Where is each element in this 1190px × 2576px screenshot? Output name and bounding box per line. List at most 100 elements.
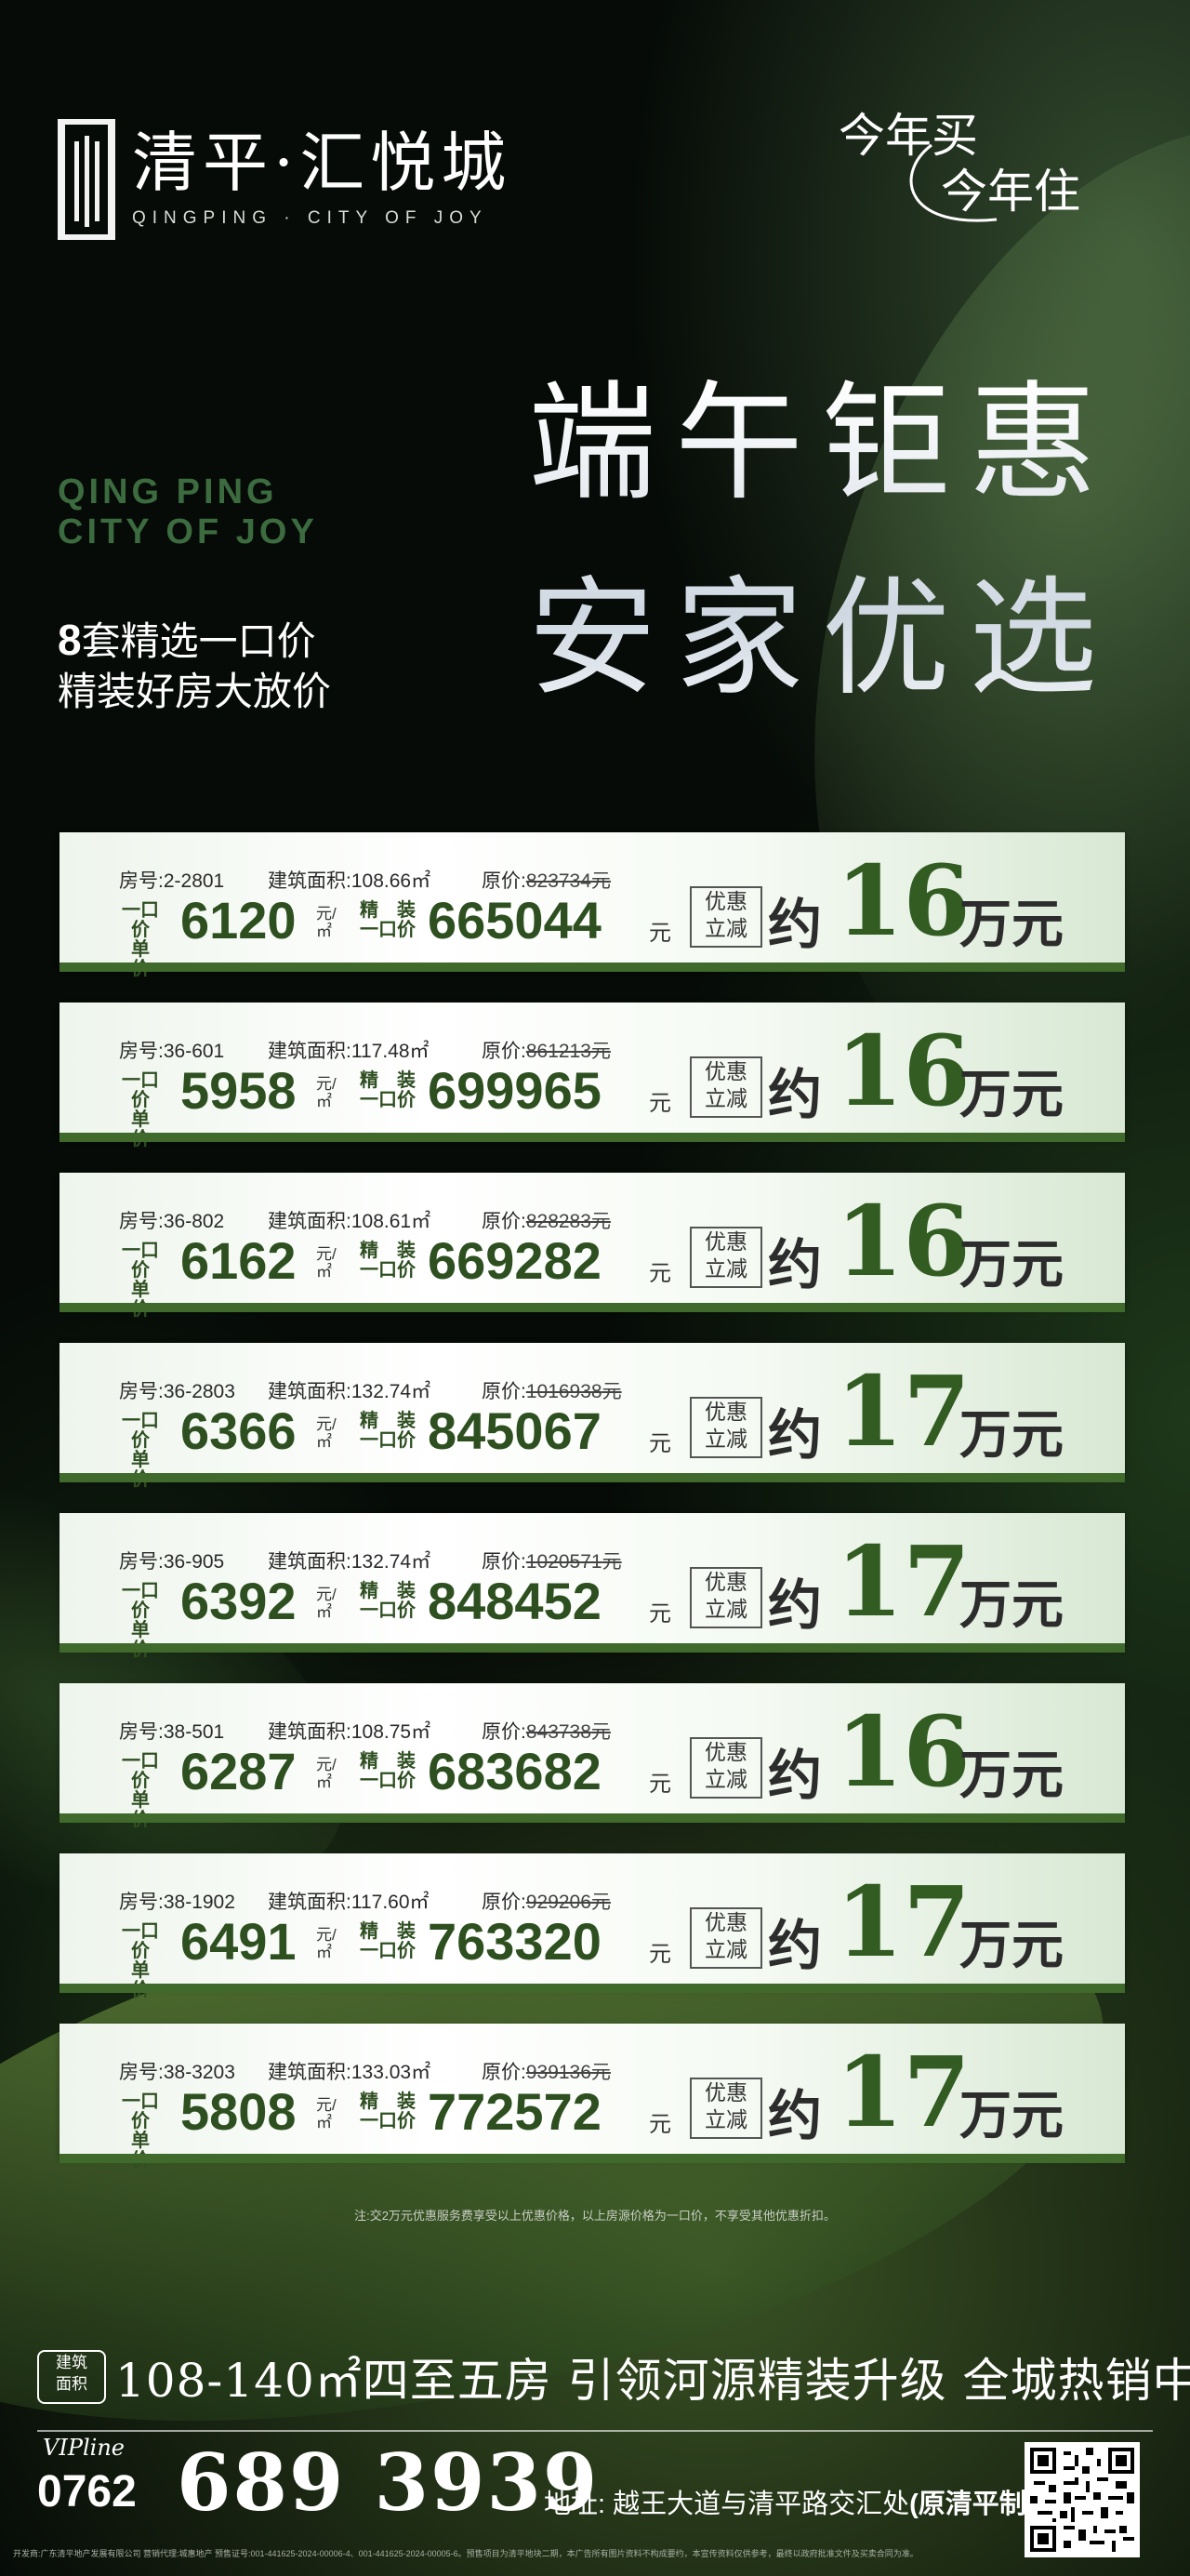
price-note: 注:交2万元优惠服务费享受以上优惠价格，以上房源价格为一口价，不享受其他优惠折扣… bbox=[354, 2209, 836, 2223]
unit-card-face: 房号:2-2801 建筑面积:108.66㎡ 原价:823734元 一口价单 价… bbox=[60, 832, 1125, 979]
discount-amount: 17 bbox=[836, 1354, 971, 1468]
total-price-unit: 元 bbox=[649, 1091, 671, 1116]
discount-amount: 16 bbox=[836, 1014, 971, 1128]
total-price-label: 精 装一口价 bbox=[360, 900, 416, 940]
vip-line-label: VIPline bbox=[43, 2435, 125, 2461]
english-tagline-line-2: CITY OF JOY bbox=[58, 511, 318, 551]
discount-amount: 17 bbox=[836, 2035, 971, 2149]
sub-copy-line-1: 套精选一口价 bbox=[81, 619, 316, 663]
total-price-label: 精 装一口价 bbox=[360, 1241, 416, 1281]
unit-card[interactable]: 房号:2-2801 建筑面积:108.66㎡ 原价:823734元 一口价单 价… bbox=[60, 832, 1125, 979]
unit-price-unit: 元/㎡ bbox=[316, 905, 337, 940]
discount-badge: 优惠 立减 bbox=[690, 1567, 762, 1628]
phone-number[interactable]: 689 3939 bbox=[177, 2437, 599, 2529]
qr-code-icon[interactable] bbox=[1025, 2442, 1140, 2557]
qr-code-pattern bbox=[1030, 2448, 1134, 2552]
unit-card-face: 房号:36-905 建筑面积:132.74㎡ 原价:1020571元 一口价单 … bbox=[60, 1513, 1125, 1660]
brand-logo: 清平·汇悦城 QINGPING · CITY OF JOY bbox=[58, 119, 511, 240]
unit-card-face: 房号:36-2803 建筑面积:132.74㎡ 原价:1016938元 一口价单… bbox=[60, 1343, 1125, 1490]
unit-price: 6366 bbox=[180, 1401, 297, 1460]
discount-approx: 约 bbox=[768, 1746, 823, 1806]
unit-card[interactable]: 房号:38-1902 建筑面积:117.60㎡ 原价:929206元 一口价单 … bbox=[60, 1853, 1125, 2000]
total-price: 683682 bbox=[428, 1742, 602, 1800]
area-strip: 建筑 面积 108-140㎡四至五房 引领河源精装升级 全城热销中 bbox=[37, 2344, 1190, 2410]
unit-card-band bbox=[60, 1813, 1125, 1823]
discount-unit: 万元 bbox=[959, 895, 1064, 953]
unit-card-face: 房号:36-802 建筑面积:108.61㎡ 原价:828283元 一口价单 价… bbox=[60, 1173, 1125, 1320]
discount-approx: 约 bbox=[768, 1065, 823, 1125]
total-price: 845067 bbox=[428, 1401, 602, 1460]
total-price-unit: 元 bbox=[649, 1261, 671, 1286]
unit-card[interactable]: 房号:36-2803 建筑面积:132.74㎡ 原价:1016938元 一口价单… bbox=[60, 1343, 1125, 1490]
unit-card-band bbox=[60, 963, 1125, 972]
discount-approx: 约 bbox=[768, 1575, 823, 1636]
unit-price-unit: 元/㎡ bbox=[316, 1756, 337, 1791]
discount-approx: 约 bbox=[768, 2086, 823, 2146]
unit-card-face: 房号:38-1902 建筑面积:117.60㎡ 原价:929206元 一口价单 … bbox=[60, 1853, 1125, 2000]
footer-divider bbox=[37, 2430, 1153, 2432]
total-price: 763320 bbox=[428, 1912, 602, 1971]
discount-badge: 优惠 立减 bbox=[690, 1907, 762, 1969]
discount-unit: 万元 bbox=[959, 2086, 1064, 2144]
unit-card-band bbox=[60, 1984, 1125, 1993]
discount-amount: 16 bbox=[836, 1184, 971, 1298]
unit-card[interactable]: 房号:38-3203 建筑面积:133.03㎡ 原价:939136元 一口价单 … bbox=[60, 2024, 1125, 2171]
total-price-unit: 元 bbox=[649, 2112, 671, 2137]
discount-unit: 万元 bbox=[959, 1235, 1064, 1294]
english-tagline-line-1: QING PING bbox=[58, 472, 278, 511]
address: 地址: 越王大道与清平路交汇处(原清平制药) bbox=[544, 2482, 1062, 2521]
unit-card[interactable]: 房号:36-601 建筑面积:117.48㎡ 原价:861213元 一口价单 价… bbox=[60, 1003, 1125, 1149]
total-price: 699965 bbox=[428, 1061, 602, 1120]
unit-price-unit: 元/㎡ bbox=[316, 2096, 337, 2131]
unit-card-band bbox=[60, 2154, 1125, 2163]
total-price-unit: 元 bbox=[649, 1431, 671, 1456]
discount-approx: 约 bbox=[768, 895, 823, 955]
unit-card-band bbox=[60, 1303, 1125, 1312]
discount-badge: 优惠 立减 bbox=[690, 1737, 762, 1799]
brand-name: 清平·汇悦城 bbox=[132, 125, 512, 201]
total-price: 665044 bbox=[428, 891, 602, 949]
discount-badge: 优惠 立减 bbox=[690, 886, 762, 948]
brand-subtitle: QINGPING · CITY OF JOY bbox=[132, 208, 488, 228]
address-text: 地址: 越王大道与清平路交汇处 bbox=[544, 2490, 910, 2519]
area-badge-line-1: 建筑 bbox=[56, 2354, 87, 2371]
unit-card[interactable]: 房号:36-802 建筑面积:108.61㎡ 原价:828283元 一口价单 价… bbox=[60, 1173, 1125, 1320]
headline-line-2: 安家优选 bbox=[528, 564, 1117, 713]
headline-line-1: 端午钜惠 bbox=[528, 368, 1117, 518]
unit-card[interactable]: 房号:38-501 建筑面积:108.75㎡ 原价:843738元 一口价单 价… bbox=[60, 1683, 1125, 1830]
unit-price: 6287 bbox=[180, 1742, 297, 1800]
unit-card-face: 房号:38-501 建筑面积:108.75㎡ 原价:843738元 一口价单 价… bbox=[60, 1683, 1125, 1830]
discount-approx: 约 bbox=[768, 1405, 823, 1466]
total-price-unit: 元 bbox=[649, 1601, 671, 1627]
unit-price: 6162 bbox=[180, 1231, 297, 1290]
sub-copy-line-2: 精装好房大放价 bbox=[58, 669, 332, 713]
total-price-label: 精 装一口价 bbox=[360, 2091, 416, 2131]
total-price-label: 精 装一口价 bbox=[360, 1070, 416, 1110]
unit-card[interactable]: 房号:36-905 建筑面积:132.74㎡ 原价:1020571元 一口价单 … bbox=[60, 1513, 1125, 1660]
area-badge-line-2: 面积 bbox=[56, 2375, 87, 2393]
unit-card-band bbox=[60, 1473, 1125, 1482]
total-price: 848452 bbox=[428, 1572, 602, 1630]
total-price-label: 精 装一口价 bbox=[360, 1751, 416, 1791]
phone-area-code[interactable]: 0762 bbox=[37, 2466, 137, 2517]
discount-badge: 优惠 立减 bbox=[690, 2078, 762, 2139]
unit-price: 6120 bbox=[180, 891, 297, 949]
total-price-label: 精 装一口价 bbox=[360, 1411, 416, 1451]
discount-approx: 约 bbox=[768, 1235, 823, 1295]
discount-approx: 约 bbox=[768, 1916, 823, 1976]
unit-price: 5958 bbox=[180, 1061, 297, 1120]
unit-card-face: 房号:38-3203 建筑面积:133.03㎡ 原价:939136元 一口价单 … bbox=[60, 2024, 1125, 2171]
legal-text: 开发商:广东清平地产发展有限公司 营销代理:城惠地产 预售证号:001-4416… bbox=[13, 2549, 919, 2558]
slogan: 今年买 今年住 bbox=[839, 99, 1117, 238]
slogan-line-2: 今年住 bbox=[941, 165, 1080, 219]
area-badge: 建筑 面积 bbox=[37, 2350, 106, 2404]
unit-price-unit: 元/㎡ bbox=[316, 1926, 337, 1961]
discount-unit: 万元 bbox=[959, 1405, 1064, 1464]
unit-price: 6392 bbox=[180, 1572, 297, 1630]
sub-copy: 8套精选一口价 精装好房大放价 bbox=[58, 614, 331, 716]
brand-mark-icon bbox=[58, 119, 115, 240]
discount-amount: 16 bbox=[836, 843, 971, 958]
unit-card-band bbox=[60, 1133, 1125, 1142]
total-price-unit: 元 bbox=[649, 921, 671, 946]
discount-amount: 17 bbox=[836, 1865, 971, 1979]
